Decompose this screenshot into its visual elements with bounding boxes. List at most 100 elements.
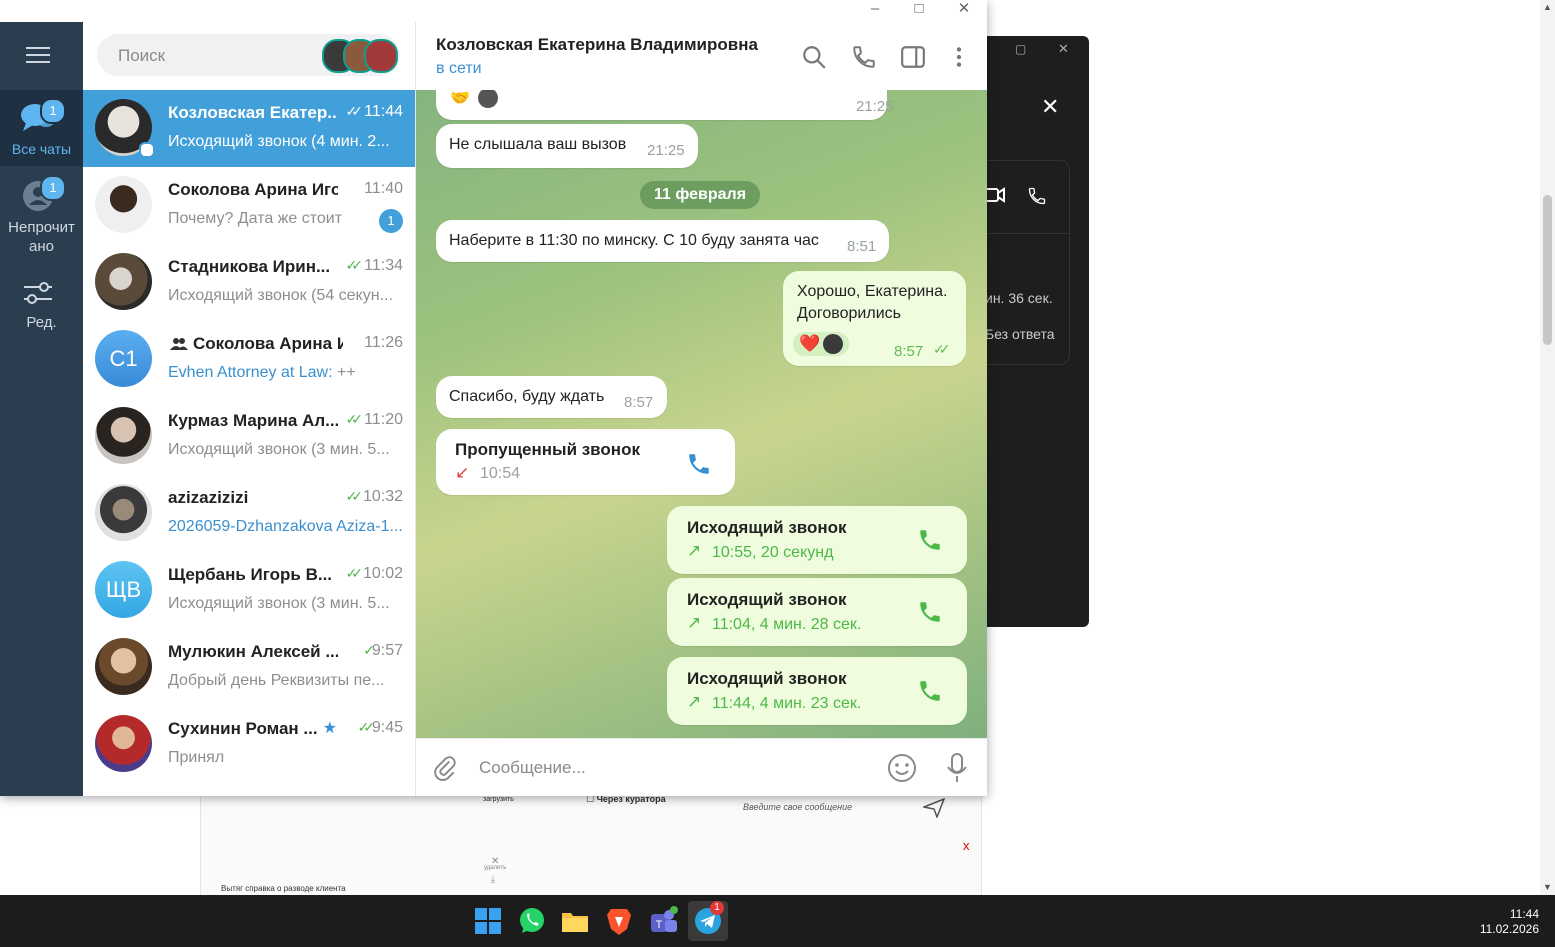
call-window-close[interactable]: ✕ xyxy=(1058,41,1069,57)
call-title: Пропущенный звонок xyxy=(455,440,640,459)
file-explorer-icon[interactable] xyxy=(559,905,591,937)
scroll-down-arrow[interactable]: ▼ xyxy=(1543,882,1552,892)
folder-all-chats[interactable]: 1 Все чаты xyxy=(0,90,83,166)
emoji-icon[interactable] xyxy=(887,753,917,783)
page-scrollbar[interactable]: ▲ ▼ xyxy=(1540,0,1555,895)
phone-icon[interactable] xyxy=(917,527,943,553)
message-area[interactable]: 🤝 21:25 Не слышала ваш вызов 21:25 11 фе… xyxy=(416,90,987,738)
outgoing-call-bubble[interactable]: Исходящий звонок ↗ 11:04, 4 мин. 28 сек. xyxy=(667,578,967,646)
chat-item[interactable]: azizazizizi ✓✓ 10:32 2026059-Dzhanzakova… xyxy=(83,475,415,552)
read-ticks-icon: ✓✓ xyxy=(345,103,364,119)
message-composer[interactable]: Сообщение... xyxy=(416,738,987,796)
phone-icon[interactable] xyxy=(851,44,877,70)
unread-label: Непрочит ано xyxy=(8,219,75,255)
chat-preview: Принял xyxy=(168,749,225,766)
brave-browser-icon[interactable] xyxy=(603,905,635,937)
chat-item[interactable]: Стадникова Ирин... ✓✓ 11:34 Исходящий зв… xyxy=(83,244,415,321)
close-button[interactable]: ✕ xyxy=(942,0,986,18)
chat-preview: Добрый день Реквизиты пе... xyxy=(168,672,385,689)
avatar xyxy=(95,484,152,541)
outgoing-call-bubble[interactable]: Исходящий звонок ↗ 11:44, 4 мин. 23 сек. xyxy=(667,657,967,725)
scrollbar-thumb[interactable] xyxy=(1543,195,1552,345)
phone-icon[interactable] xyxy=(917,678,943,704)
chat-time: 11:40 xyxy=(364,180,403,197)
chat-item[interactable]: Козловская Екатер... ✓✓ 11:44 Исходящий … xyxy=(83,90,415,167)
contact-name[interactable]: Козловская Екатерина Владимировна xyxy=(436,35,758,55)
close-icon[interactable]: ✕ xyxy=(1041,94,1059,120)
chat-item[interactable]: С1 Соколова Арина И... 11:26 Evhen Attor… xyxy=(83,321,415,398)
delete-link[interactable]: удалить xyxy=(484,865,506,871)
svg-text:T: T xyxy=(656,919,663,931)
chat-item[interactable]: Соколова Арина Игор... 11:40 Почему? Дат… xyxy=(83,167,415,244)
chat-item[interactable]: Курмаз Марина Ал... ✓✓ 11:20 Исходящий з… xyxy=(83,398,415,475)
folder-unread[interactable]: 1 Непрочит ано xyxy=(0,172,83,262)
teams-icon[interactable]: T xyxy=(647,905,679,937)
phone-icon[interactable] xyxy=(917,599,943,625)
call-title: Исходящий звонок xyxy=(687,669,847,688)
attach-icon[interactable] xyxy=(432,755,458,781)
read-ticks-icon: ✓✓ xyxy=(357,719,376,735)
send-icon[interactable] xyxy=(923,798,945,818)
maximize-button[interactable]: □ xyxy=(897,0,941,18)
windows-start-icon[interactable] xyxy=(472,905,504,937)
message-bubble[interactable]: Не слышала ваш вызов 21:25 xyxy=(436,124,698,168)
avatar xyxy=(95,253,152,310)
message-input[interactable]: Сообщение... xyxy=(479,758,586,778)
chat-time: 11:20 xyxy=(364,411,403,428)
chat-preview: Исходящий звонок (3 мин. 5... xyxy=(168,595,390,612)
chat-item[interactable]: ЩВ Щербань Игорь В... ✓✓ 10:02 Исходящий… xyxy=(83,552,415,629)
microphone-icon[interactable] xyxy=(946,753,968,783)
online-status: в сети xyxy=(436,60,482,77)
minimize-button[interactable]: – xyxy=(853,0,897,18)
outgoing-call-bubble[interactable]: Исходящий звонок ↗ 10:55, 20 секунд xyxy=(667,506,967,574)
chat-preview: Evhen Attorney at Law: ++ xyxy=(168,364,404,382)
missed-call-bubble[interactable]: Пропущенный звонок ↙ 10:54 xyxy=(436,429,735,495)
sidebar-toggle-icon[interactable] xyxy=(900,44,926,70)
clock-date: 11.02.2026 xyxy=(1479,922,1539,936)
chat-time: 10:32 xyxy=(362,488,403,505)
telegram-badge: 1 xyxy=(710,901,724,915)
chat-name: Соколова Арина И... xyxy=(193,334,343,353)
background-form: загрузить ☐ Через куратора Введите свое … xyxy=(200,790,982,895)
download-icon[interactable]: ⤓ xyxy=(491,874,495,885)
chat-name: Козловская Екатер... xyxy=(168,103,338,122)
chat-preview: 2026059-Dzhanzakova Aziza-1... xyxy=(168,518,403,535)
chat-time: 11:44 xyxy=(364,103,403,120)
more-vertical-icon[interactable] xyxy=(946,44,972,70)
date-separator: 11 февраля xyxy=(640,181,760,209)
whatsapp-icon[interactable] xyxy=(516,905,548,937)
online-dot xyxy=(139,142,155,158)
outgoing-arrow-icon: ↗ xyxy=(687,541,702,560)
chat-item[interactable]: Сухинин Роман ... ★ ✓✓ 9:45 Принял xyxy=(83,706,415,783)
system-clock[interactable]: 11:44 11.02.2026 xyxy=(1480,907,1539,937)
search-input[interactable]: Поиск xyxy=(97,34,400,76)
message-input-placeholder[interactable]: Введите свое сообщение xyxy=(743,802,852,812)
phone-icon[interactable] xyxy=(686,451,712,477)
chat-header[interactable]: Козловская Екатерина Владимировна в сети xyxy=(416,22,987,91)
message-bubble[interactable]: Наберите в 11:30 по минску. С 10 буду за… xyxy=(436,220,889,262)
sliders-icon xyxy=(24,282,52,304)
story-avatar[interactable] xyxy=(364,39,398,73)
chat-preview: Исходящий звонок (4 мин. 2... xyxy=(168,133,390,150)
call-title: Исходящий звонок xyxy=(687,518,847,537)
scroll-up-arrow[interactable]: ▲ xyxy=(1543,2,1552,12)
message-bubble[interactable]: 🤝 21:25 xyxy=(436,90,894,120)
read-ticks-icon: ✓✓ xyxy=(345,257,364,273)
search-icon[interactable] xyxy=(801,44,827,70)
chat-name: Щербань Игорь В... xyxy=(168,565,333,584)
remove-x[interactable]: x xyxy=(963,838,970,853)
message-bubble[interactable]: Спасибо, буду ждать 8:57 xyxy=(436,376,667,418)
reaction-handshake-icon[interactable]: 🤝 xyxy=(450,90,470,108)
unread-count-badge: 1 xyxy=(379,209,403,233)
menu-icon[interactable] xyxy=(26,46,50,64)
call-window-maximize[interactable]: ▢ xyxy=(1015,42,1026,56)
chat-item[interactable]: Мулюкин Алексей ... ✓ 9:57 Добрый день Р… xyxy=(83,629,415,706)
telegram-taskbar-button[interactable]: 1 xyxy=(688,901,728,941)
upload-link[interactable]: загрузить xyxy=(483,796,514,803)
preview-sender: Evhen Attorney at Law: xyxy=(168,364,333,381)
heart-reaction-icon: ❤️ xyxy=(799,334,821,353)
message-bubble-outgoing[interactable]: Хорошо, Екатерина. Договорились ❤️ 8:57 … xyxy=(783,271,966,366)
avatar xyxy=(95,638,152,695)
reaction-avatar xyxy=(478,90,498,108)
folder-edit[interactable]: Ред. xyxy=(0,274,83,334)
